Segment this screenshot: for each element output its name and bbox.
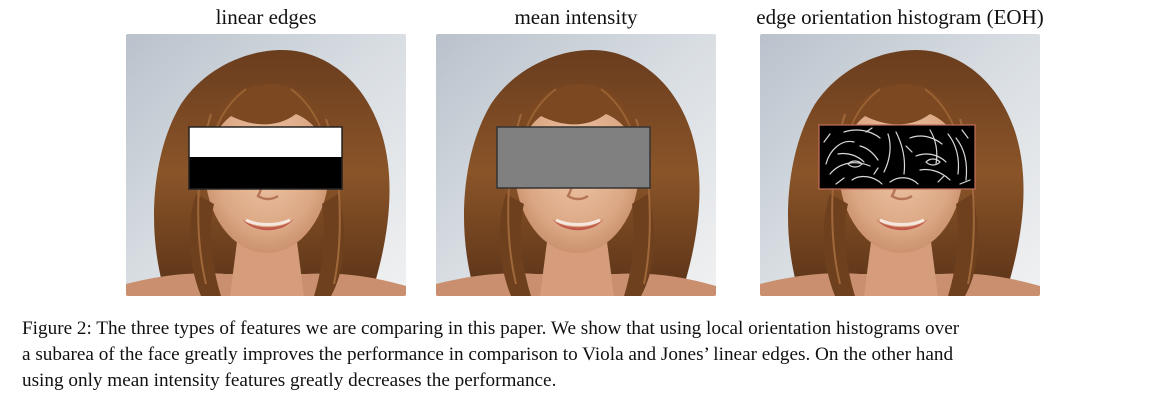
mean-intensity-feature-box — [496, 126, 651, 189]
eoh-feature-box — [818, 124, 976, 190]
figure-caption: Figure 2: The three types of features we… — [22, 316, 1162, 394]
panel-title-linear-edges: linear edges — [215, 5, 317, 29]
panel-title-eoh: edge orientation histogram (EOH) — [756, 5, 1044, 29]
caption-line-3: using only mean intensity features great… — [22, 370, 557, 391]
face-image-mean-intensity — [436, 34, 716, 296]
face-image-eoh — [760, 34, 1040, 296]
face-image-linear-edges — [126, 34, 406, 296]
panel-title-mean-intensity: mean intensity — [514, 5, 638, 29]
caption-line-1: Figure 2: The three types of features we… — [22, 318, 960, 339]
caption-line-2: a subarea of the face greatly improves t… — [22, 344, 954, 365]
linear-edge-feature-box — [188, 126, 343, 190]
